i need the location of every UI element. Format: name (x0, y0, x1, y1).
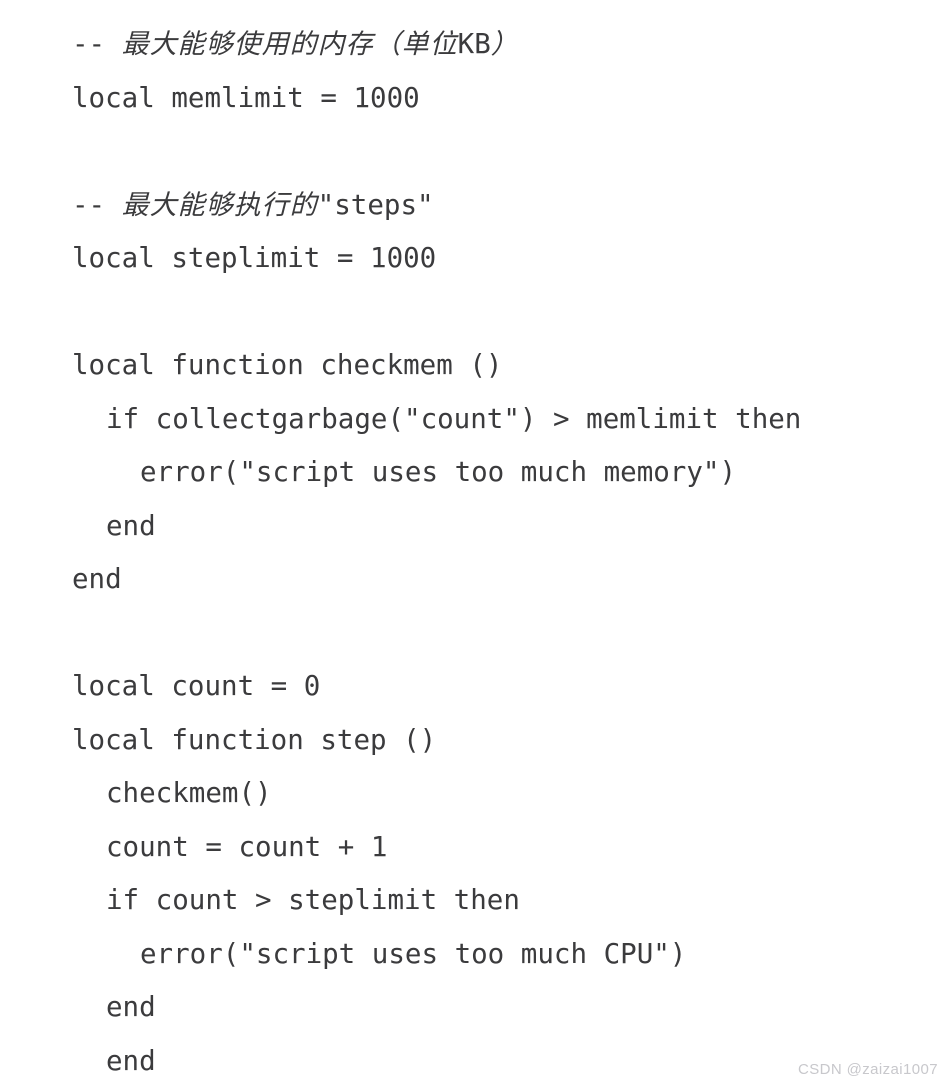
code-block: -- 最大能够使用的内存（单位KB）local memlimit = 1000 … (0, 0, 952, 1088)
code-line-blank (0, 125, 952, 179)
watermark: CSDN @zaizai1007 (798, 1061, 938, 1078)
code-line: end (0, 981, 952, 1035)
code-line: local function checkmem () (0, 339, 952, 393)
code-line-blank (0, 607, 952, 661)
code-line: if count > steplimit then (0, 874, 952, 928)
code-line-blank (0, 286, 952, 340)
code-line: local memlimit = 1000 (0, 72, 952, 126)
code-line: end (0, 500, 952, 554)
code-line: end (0, 553, 952, 607)
code-line: if collectgarbage("count") > memlimit th… (0, 393, 952, 447)
code-line: local function step () (0, 714, 952, 768)
cjk-run: ） (491, 29, 519, 60)
code-line: error("script uses too much memory") (0, 446, 952, 500)
code-line: local count = 0 (0, 660, 952, 714)
code-line: checkmem() (0, 767, 952, 821)
cjk-run: 最大能够使用的内存（单位 (122, 29, 458, 60)
code-line: count = count + 1 (0, 821, 952, 875)
cjk-run: 最大能够执行的 (122, 190, 318, 221)
code-line: -- 最大能够执行的"steps" (0, 179, 952, 233)
code-line: local steplimit = 1000 (0, 232, 952, 286)
code-line: -- 最大能够使用的内存（单位KB） (0, 18, 952, 72)
code-line: error("script uses too much CPU") (0, 928, 952, 982)
